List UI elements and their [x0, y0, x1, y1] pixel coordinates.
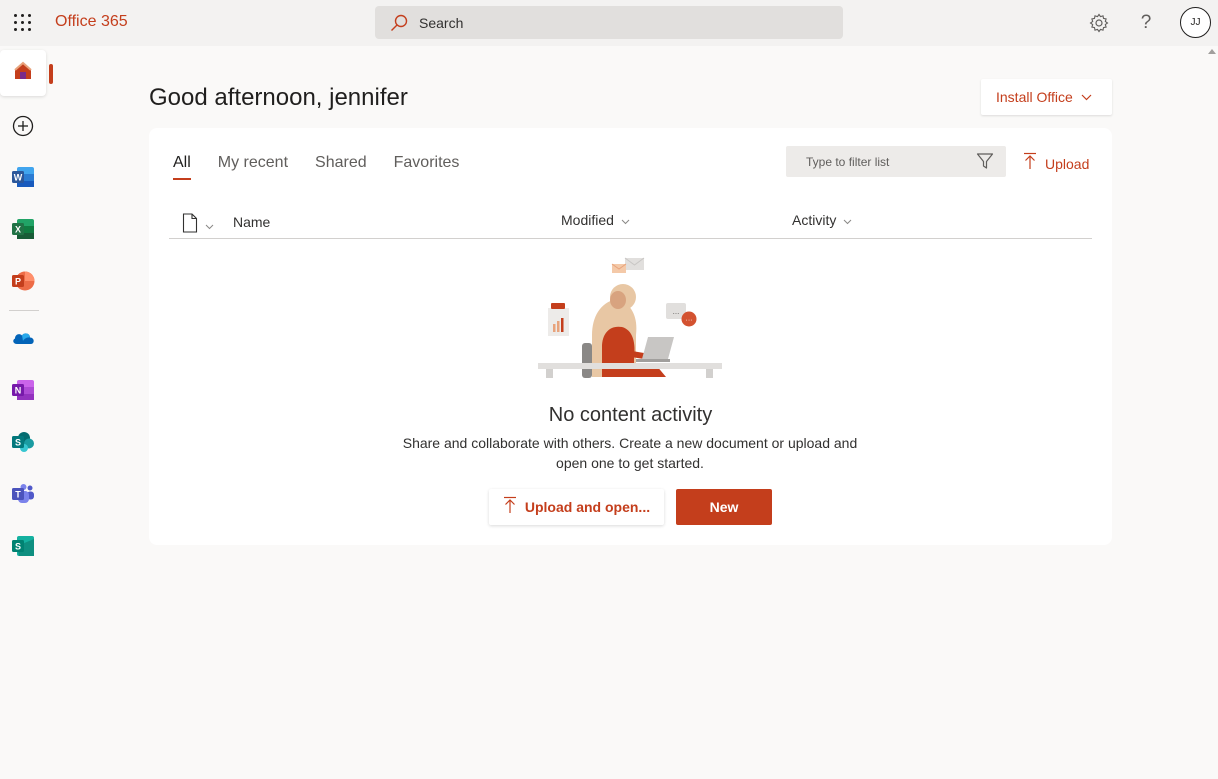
svg-text:T: T	[15, 489, 21, 499]
rail-sway[interactable]: S	[0, 525, 46, 571]
modified-column-header[interactable]: Modified	[561, 212, 630, 228]
sway-icon: S	[11, 535, 35, 562]
search-input[interactable]: Search	[419, 15, 463, 31]
app-rail: W X P N S T S	[0, 46, 53, 779]
modified-column-label: Modified	[561, 212, 614, 228]
svg-text:P: P	[15, 276, 21, 286]
chevron-down-icon	[205, 217, 214, 233]
empty-state-description: Share and collaborate with others. Creat…	[390, 433, 870, 473]
plus-circle-icon	[12, 115, 34, 142]
rail-create[interactable]	[0, 105, 46, 151]
teams-icon: T	[11, 483, 35, 510]
app-launcher-icon[interactable]	[12, 12, 34, 34]
home-icon	[12, 60, 34, 87]
chevron-down-icon	[1081, 88, 1092, 106]
svg-text:N: N	[15, 385, 22, 395]
search-icon	[389, 13, 409, 38]
tab-favorites[interactable]: Favorites	[394, 154, 460, 184]
app-name[interactable]: Office 365	[55, 13, 128, 31]
svg-text:X: X	[15, 224, 21, 234]
active-indicator	[49, 64, 53, 84]
excel-icon: X	[11, 218, 35, 245]
install-office-label: Install Office	[996, 89, 1073, 105]
rail-home[interactable]	[0, 50, 46, 96]
filter-placeholder: Type to filter list	[806, 155, 890, 169]
activity-column-label: Activity	[792, 212, 837, 228]
top-bar: Office 365 Search ? JJ	[0, 0, 1218, 46]
chevron-down-icon	[843, 212, 852, 228]
documents-card: All My recent Shared Favorites Type to f…	[149, 128, 1112, 545]
empty-state-title: No content activity	[548, 404, 713, 426]
empty-state-description-line-2: open one to get started.	[556, 455, 704, 471]
rail-teams[interactable]: T	[0, 473, 46, 519]
tab-shared[interactable]: Shared	[315, 154, 367, 184]
tab-list: All My recent Shared Favorites	[173, 154, 486, 184]
sharepoint-icon: S	[11, 431, 35, 458]
svg-text:...: ...	[673, 307, 680, 316]
filter-icon[interactable]	[976, 152, 994, 175]
onedrive-icon	[11, 330, 35, 351]
empty-state-illustration: ... ···	[536, 255, 726, 385]
search-box[interactable]: Search	[375, 6, 843, 39]
tab-all[interactable]: All	[173, 154, 191, 184]
rail-word[interactable]: W	[0, 156, 46, 202]
upload-arrow-icon	[503, 496, 517, 519]
empty-state-description-line-1: Share and collaborate with others. Creat…	[402, 435, 858, 451]
rail-onedrive[interactable]	[0, 317, 46, 363]
rail-onenote[interactable]: N	[0, 369, 46, 415]
chevron-down-icon	[621, 212, 630, 228]
rail-divider	[9, 310, 39, 311]
powerpoint-icon: P	[11, 270, 35, 297]
onenote-icon: N	[11, 379, 35, 406]
table-header: Name Modified Activity	[169, 209, 1092, 239]
scrollbar[interactable]	[1205, 46, 1218, 779]
rail-excel[interactable]: X	[0, 208, 46, 254]
word-icon: W	[11, 166, 35, 193]
filter-input[interactable]: Type to filter list	[786, 146, 1006, 177]
file-type-column-header[interactable]	[182, 213, 214, 236]
svg-text:S: S	[15, 437, 21, 447]
upload-arrow-icon	[1023, 152, 1037, 175]
svg-text:S: S	[15, 541, 21, 551]
rail-powerpoint[interactable]: P	[0, 260, 46, 306]
scroll-up-arrow-icon[interactable]	[1208, 49, 1216, 54]
name-column-header[interactable]: Name	[233, 214, 270, 230]
upload-label: Upload	[1045, 155, 1090, 172]
upload-and-open-label: Upload and open...	[524, 499, 651, 515]
new-button-label: New	[709, 499, 739, 515]
avatar[interactable]: JJ	[1180, 7, 1211, 38]
rail-sharepoint[interactable]: S	[0, 421, 46, 467]
svg-text:···: ···	[686, 317, 693, 324]
activity-column-header[interactable]: Activity	[792, 212, 852, 228]
install-office-button[interactable]: Install Office	[981, 79, 1112, 115]
upload-button[interactable]: Upload	[1023, 152, 1089, 175]
help-icon[interactable]: ?	[1134, 11, 1158, 35]
new-button[interactable]: New	[676, 489, 772, 525]
page-title: Good afternoon, jennifer	[149, 84, 408, 111]
document-icon	[182, 213, 198, 236]
svg-text:W: W	[14, 172, 23, 182]
tab-my-recent[interactable]: My recent	[218, 154, 288, 184]
upload-and-open-button[interactable]: Upload and open...	[489, 489, 664, 525]
gear-icon[interactable]	[1087, 11, 1111, 35]
